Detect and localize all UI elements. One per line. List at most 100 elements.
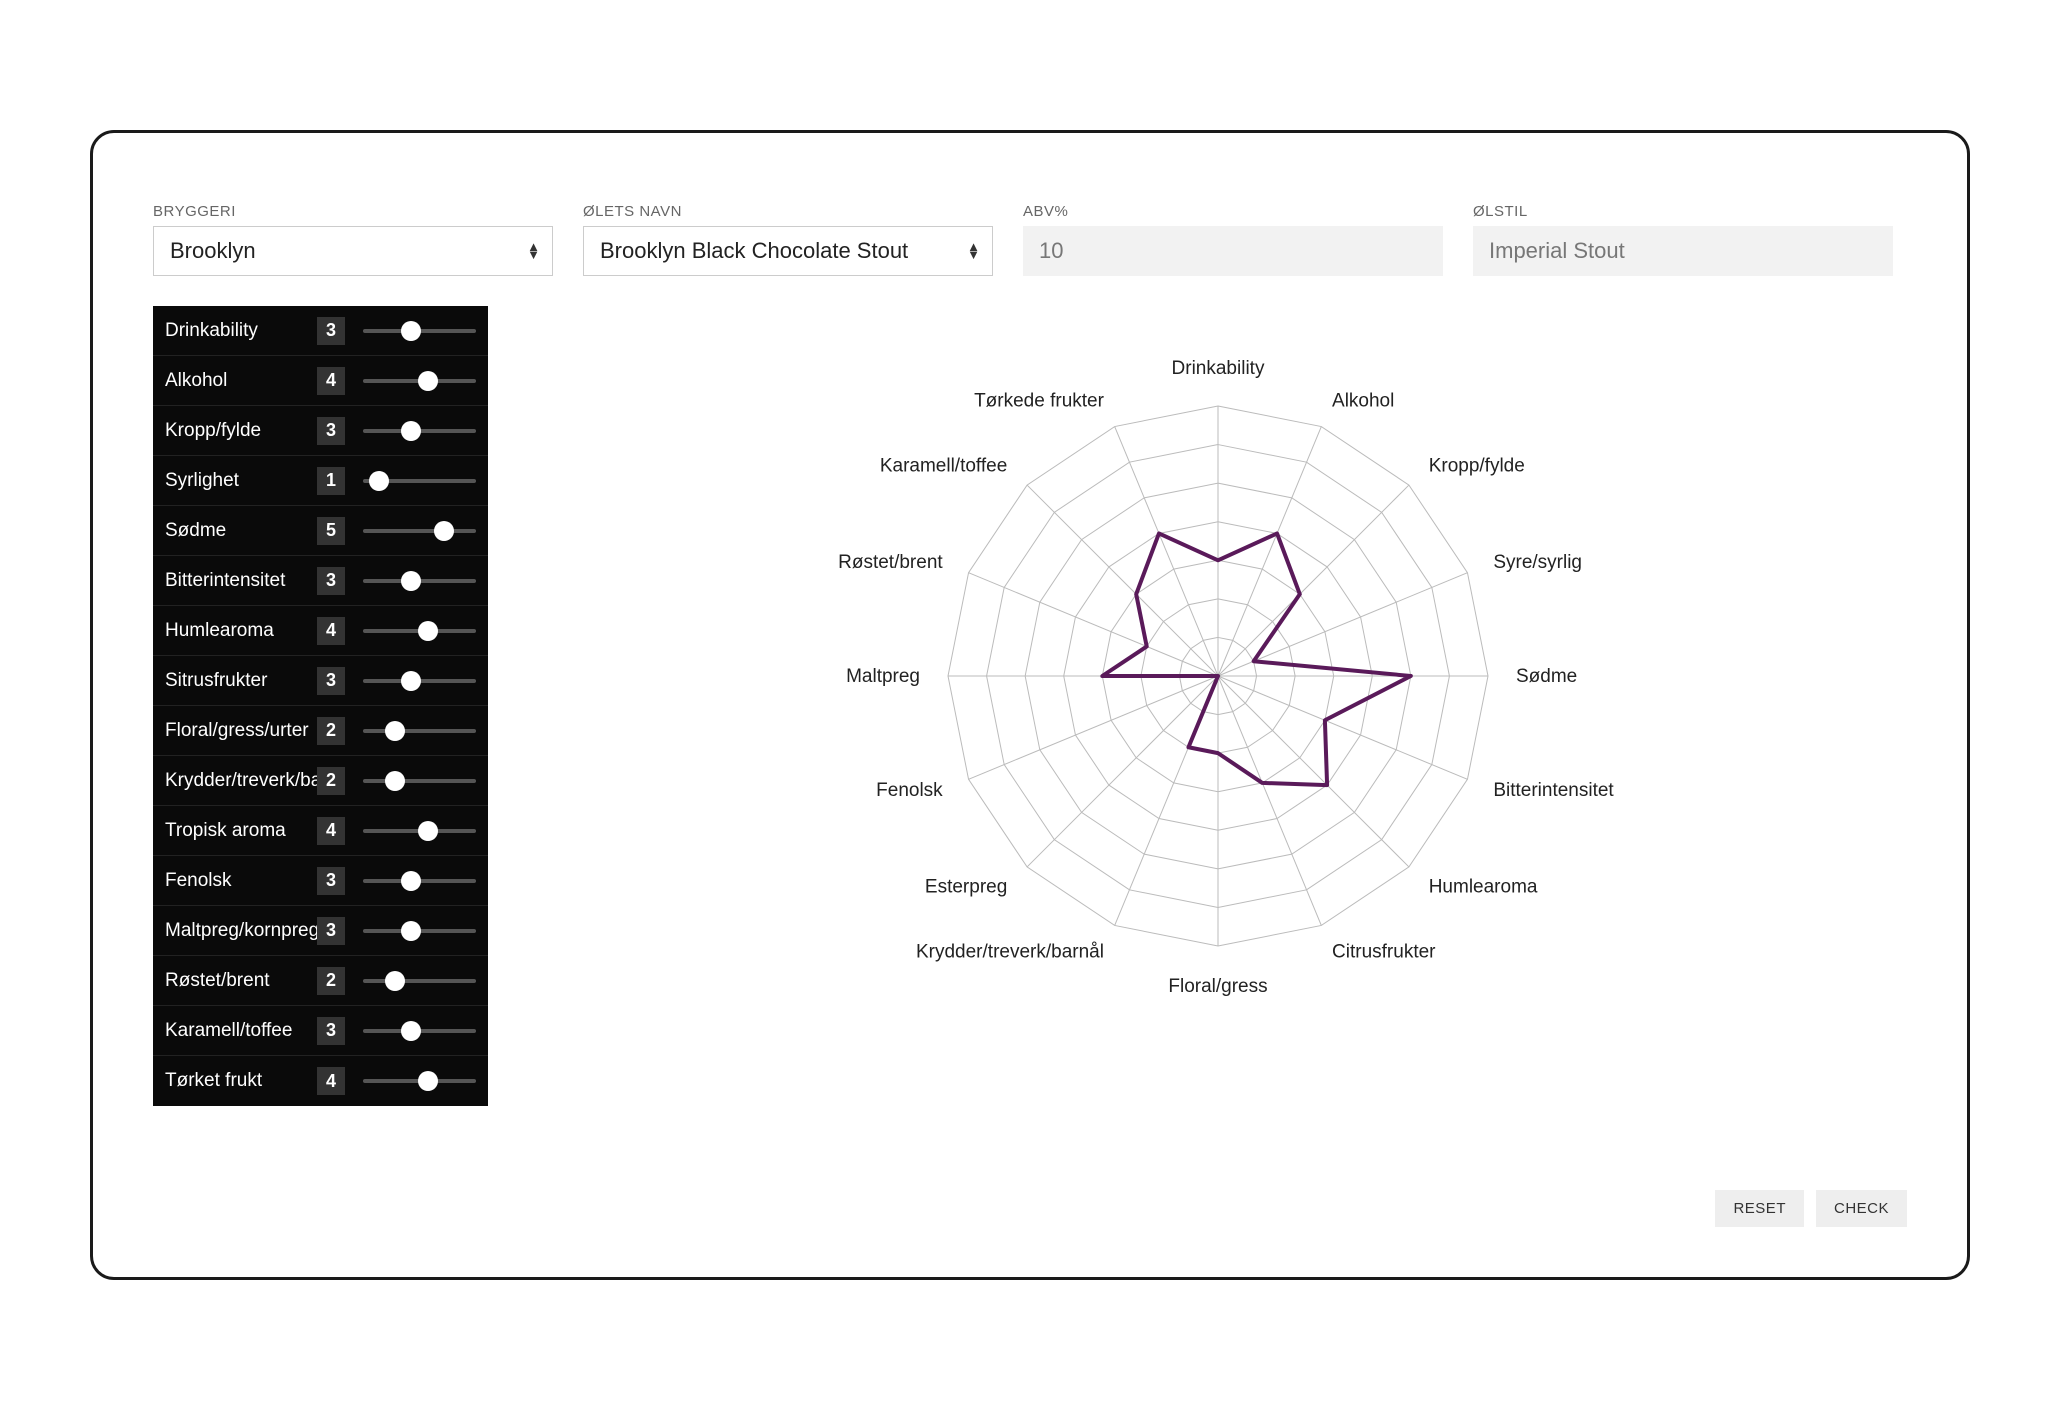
slider-track[interactable] — [363, 429, 476, 433]
slider-track[interactable] — [363, 1079, 476, 1083]
slider-value-badge: 4 — [317, 367, 345, 395]
slider-thumb[interactable] — [401, 321, 421, 341]
radar-axis-label: Alkohol — [1332, 391, 1394, 412]
slider-label: Drinkability — [165, 320, 317, 342]
slider-thumb[interactable] — [401, 921, 421, 941]
top-field-row: BRYGGERI Brooklyn ▲▼ ØLETS NAVN Brooklyn… — [153, 203, 1907, 276]
slider-track[interactable] — [363, 779, 476, 783]
slider-thumb[interactable] — [418, 821, 438, 841]
content-row: Drinkability3Alkohol4Kropp/fylde3Syrligh… — [153, 306, 1907, 1106]
slider-label: Maltpreg/kornpreg — [165, 920, 317, 942]
radar-axis-label: Floral/gress — [1168, 976, 1267, 997]
slider-value-badge: 3 — [317, 1017, 345, 1045]
slider-track[interactable] — [363, 629, 476, 633]
radar-axis-label: Kropp/fylde — [1428, 455, 1524, 476]
slider-track[interactable] — [363, 1029, 476, 1033]
beer-name-label: ØLETS NAVN — [583, 203, 993, 220]
slider-track[interactable] — [363, 679, 476, 683]
check-button[interactable]: CHECK — [1816, 1190, 1907, 1227]
slider-thumb[interactable] — [401, 571, 421, 591]
slider-value-badge: 2 — [317, 967, 345, 995]
slider-label: Tropisk aroma — [165, 820, 317, 842]
beer-name-select[interactable]: Brooklyn Black Chocolate Stout ▲▼ — [583, 226, 993, 276]
slider-row: Floral/gress/urter2 — [153, 706, 488, 756]
slider-value-badge: 4 — [317, 817, 345, 845]
radar-axis-label: Drinkability — [1171, 358, 1264, 379]
slider-value-badge: 2 — [317, 717, 345, 745]
slider-value-badge: 1 — [317, 467, 345, 495]
slider-track[interactable] — [363, 529, 476, 533]
slider-thumb[interactable] — [418, 371, 438, 391]
slider-thumb[interactable] — [418, 1071, 438, 1091]
slider-value-badge: 4 — [317, 617, 345, 645]
slider-row: Tropisk aroma4 — [153, 806, 488, 856]
slider-row: Krydder/treverk/barnål2 — [153, 756, 488, 806]
slider-track[interactable] — [363, 379, 476, 383]
slider-track[interactable] — [363, 979, 476, 983]
style-label: ØLSTIL — [1473, 203, 1893, 220]
slider-track[interactable] — [363, 829, 476, 833]
slider-thumb[interactable] — [385, 971, 405, 991]
slider-row: Syrlighet1 — [153, 456, 488, 506]
slider-label: Kropp/fylde — [165, 420, 317, 442]
abv-field-group: ABV% 10 — [1023, 203, 1443, 276]
slider-thumb[interactable] — [418, 621, 438, 641]
slider-thumb[interactable] — [385, 721, 405, 741]
radar-axis-label: Esterpreg — [924, 877, 1006, 898]
slider-value-badge: 3 — [317, 317, 345, 345]
buttons-row: RESET CHECK — [1715, 1190, 1907, 1227]
slider-thumb[interactable] — [434, 521, 454, 541]
slider-label: Sødme — [165, 520, 317, 542]
beer-name-value: Brooklyn Black Chocolate Stout — [600, 238, 908, 264]
brewery-value: Brooklyn — [170, 238, 256, 264]
slider-value-badge: 3 — [317, 867, 345, 895]
radar-axis-label: Maltpreg — [846, 666, 920, 687]
slider-value-badge: 3 — [317, 567, 345, 595]
style-value: Imperial Stout — [1489, 238, 1625, 264]
slider-thumb[interactable] — [401, 871, 421, 891]
slider-thumb[interactable] — [369, 471, 389, 491]
radar-axis-label: Krydder/treverk/barnål — [915, 941, 1103, 962]
reset-button[interactable]: RESET — [1715, 1190, 1804, 1227]
slider-value-badge: 5 — [317, 517, 345, 545]
slider-thumb[interactable] — [401, 421, 421, 441]
radar-axis-label: Humlearoma — [1428, 877, 1537, 898]
radar-axis-label: Bitterintensitet — [1493, 780, 1614, 801]
slider-row: Karamell/toffee3 — [153, 1006, 488, 1056]
abv-value: 10 — [1039, 238, 1063, 264]
slider-track[interactable] — [363, 879, 476, 883]
radar-axis-label: Syre/syrlig — [1493, 552, 1582, 573]
slider-track[interactable] — [363, 729, 476, 733]
slider-thumb[interactable] — [401, 671, 421, 691]
slider-track[interactable] — [363, 579, 476, 583]
slider-label: Karamell/toffee — [165, 1020, 317, 1042]
app-frame: BRYGGERI Brooklyn ▲▼ ØLETS NAVN Brooklyn… — [90, 130, 1970, 1280]
sliders-column: Drinkability3Alkohol4Kropp/fylde3Syrligh… — [153, 306, 488, 1106]
slider-label: Alkohol — [165, 370, 317, 392]
slider-row: Maltpreg/kornpreg3 — [153, 906, 488, 956]
slider-value-badge: 2 — [317, 767, 345, 795]
abv-input[interactable]: 10 — [1023, 226, 1443, 276]
slider-track[interactable] — [363, 479, 476, 483]
slider-label: Bitterintensitet — [165, 570, 317, 592]
radar-axis-label: Tørkede frukter — [974, 391, 1105, 412]
brewery-label: BRYGGERI — [153, 203, 553, 220]
slider-thumb[interactable] — [385, 771, 405, 791]
slider-track[interactable] — [363, 329, 476, 333]
slider-row: Fenolsk3 — [153, 856, 488, 906]
slider-label: Røstet/brent — [165, 970, 317, 992]
radar-chart: Drinkability Alkohol Kropp/fylde Syre/syrli… — [768, 316, 1668, 1036]
brewery-select[interactable]: Brooklyn ▲▼ — [153, 226, 553, 276]
slider-value-badge: 3 — [317, 917, 345, 945]
slider-track[interactable] — [363, 929, 476, 933]
slider-value-badge: 3 — [317, 667, 345, 695]
abv-label: ABV% — [1023, 203, 1443, 220]
style-input[interactable]: Imperial Stout — [1473, 226, 1893, 276]
style-field-group: ØLSTIL Imperial Stout — [1473, 203, 1893, 276]
slider-row: Alkohol4 — [153, 356, 488, 406]
slider-label: Krydder/treverk/barnål — [165, 770, 317, 792]
slider-row: Drinkability3 — [153, 306, 488, 356]
slider-label: Sitrusfrukter — [165, 670, 317, 692]
chevron-updown-icon: ▲▼ — [967, 243, 980, 259]
slider-thumb[interactable] — [401, 1021, 421, 1041]
